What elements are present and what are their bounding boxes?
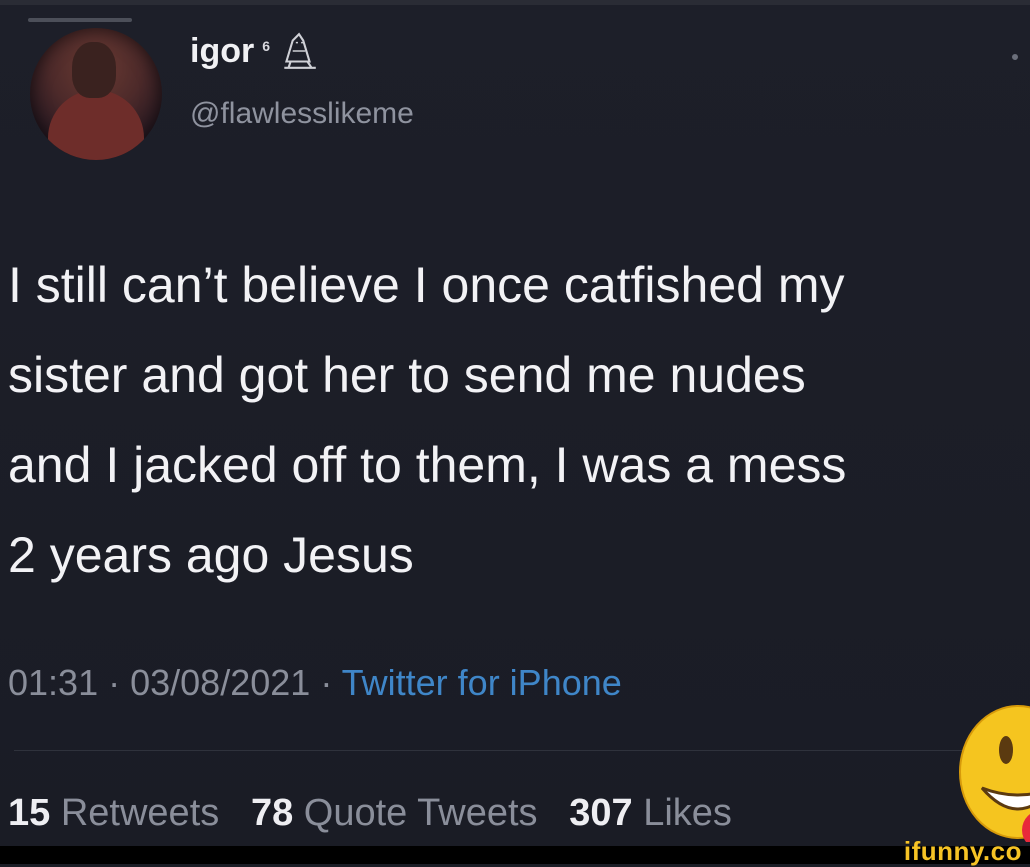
separator: · [320, 662, 342, 703]
retweets-count: 15 [8, 792, 51, 834]
tweet-line: and I jacked off to them, I was a mess [8, 437, 847, 493]
avatar[interactable] [30, 28, 162, 160]
more-options-icon[interactable] [1012, 54, 1018, 60]
likes-stat[interactable]: 307 Likes [569, 792, 732, 834]
tweet-line: sister and got her to send me nudes [8, 347, 806, 403]
name-superscript: 6 [262, 38, 271, 54]
retweets-stat[interactable]: 15 Retweets [8, 792, 219, 834]
owl-icon [284, 32, 316, 69]
display-name: igor [190, 32, 255, 70]
quotes-count: 78 [250, 792, 294, 834]
retweets-label: Retweets [60, 792, 220, 834]
tweet-line: I still can’t believe I once catfished m… [8, 257, 845, 313]
separator: · [108, 662, 131, 703]
watermark-bar [0, 846, 1030, 864]
top-accent-line [28, 18, 132, 22]
user-handle[interactable]: @flawlesslikeme [190, 97, 414, 131]
tweet-text: I still can’t believe I once catfished m… [8, 240, 1028, 600]
tweet-metadata: 01:31 · 03/08/2021 · Twitter for iPhone [8, 662, 622, 704]
grinning-face-icon [959, 705, 1030, 842]
divider [14, 750, 1030, 751]
tweet-stats: 15 Retweets 78 Quote Tweets 307 Likes [8, 792, 732, 835]
quotes-stat[interactable]: 78 Quote Tweets [251, 792, 538, 834]
top-border [0, 0, 1030, 5]
display-name-row[interactable]: igor 6 [190, 32, 320, 72]
quotes-label: Quote Tweets [303, 792, 538, 834]
tweet-time: 01:31 [8, 662, 99, 703]
tweet-date: 03/08/2021 [130, 662, 311, 703]
tweet-line: 2 years ago Jesus [8, 527, 414, 583]
likes-count: 307 [569, 792, 633, 834]
avatar-head-shape [72, 42, 116, 98]
tweet-source-link[interactable]: Twitter for iPhone [342, 662, 622, 703]
ifunny-watermark: ifunny.co [903, 836, 1022, 866]
tweet-screenshot: igor 6 @flawlesslikeme I still can’t bel… [0, 0, 1030, 846]
likes-label: Likes [643, 792, 732, 834]
avatar-body-shape [48, 90, 144, 160]
